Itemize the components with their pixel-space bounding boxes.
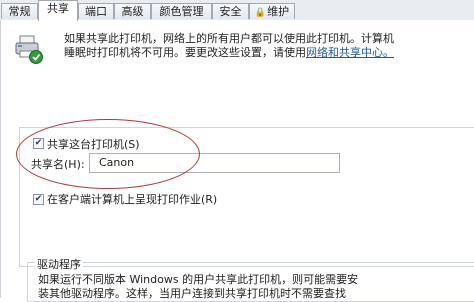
tab-general[interactable]: 常规 <box>1 3 38 19</box>
drivers-description-line: 装其他驱动程序。这样，当用户连接到共享打印机时不需要查找 <box>38 287 346 300</box>
tab-label: 维护 <box>267 5 290 18</box>
tab-label: 安全 <box>219 5 242 18</box>
network-sharing-center-link[interactable]: 网络和共享中心。 <box>306 46 394 59</box>
share-printer-checkbox[interactable]: ✔ <box>33 138 44 149</box>
tab-ports[interactable]: 端口 <box>78 3 114 19</box>
drivers-description: 如果运行不同版本 Windows 的用户共享此打印机，则可能需要安 装其他驱动程… <box>38 273 474 301</box>
description-line: 睡眠时打印机将不可用。要更改这些设置，请使用 <box>64 46 306 59</box>
tab-label: 共享 <box>47 2 69 15</box>
tab-maintenance[interactable]: 🔒维护 <box>249 3 295 19</box>
tab-advanced[interactable]: 高级 <box>114 3 151 19</box>
drivers-description-line: 如果运行不同版本 Windows 的用户共享此打印机，则可能需要安 <box>38 273 359 286</box>
sharing-description: 如果共享此打印机，网络上的所有用户都可以使用此打印机。计算机 睡眠时打印机将不可… <box>64 32 474 60</box>
share-name-input[interactable]: Canon <box>89 153 340 173</box>
printer-share-icon <box>15 35 43 64</box>
tab-label: 颜色管理 <box>159 5 204 18</box>
tab-label: 常规 <box>8 5 31 18</box>
tab-bar: 常规 共享 端口 高级 颜色管理 安全 🔒维护 <box>0 0 474 21</box>
drivers-title: 驱动程序 <box>35 256 83 272</box>
render-jobs-checkbox[interactable]: ✔ <box>33 194 44 205</box>
tab-sharing[interactable]: 共享 <box>38 0 78 21</box>
share-printer-label: 共享这台打印机(S) <box>47 138 140 151</box>
render-jobs-label: 在客户端计算机上呈现打印作业(R) <box>47 193 218 206</box>
tab-label: 高级 <box>121 5 144 18</box>
tab-color-management[interactable]: 颜色管理 <box>151 3 212 19</box>
lock-icon: 🔒 <box>254 8 267 18</box>
tab-label: 端口 <box>85 5 107 18</box>
tab-security[interactable]: 安全 <box>212 3 249 19</box>
share-name-label: 共享名(H): <box>31 158 85 171</box>
description-line: 如果共享此打印机，网络上的所有用户都可以使用此打印机。计算机 <box>64 32 394 45</box>
